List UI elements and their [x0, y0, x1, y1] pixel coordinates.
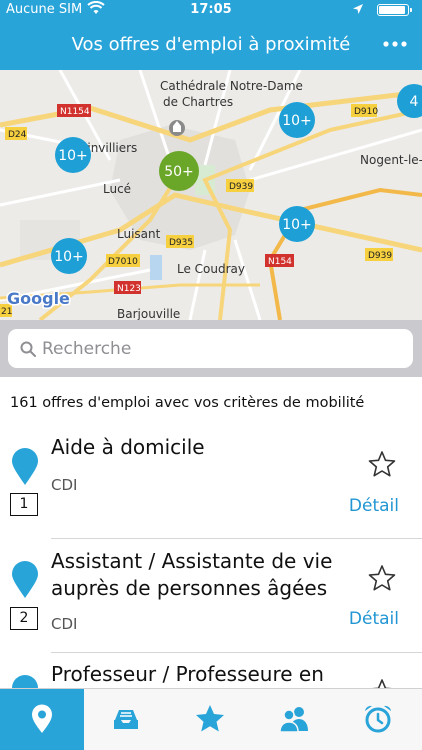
road-label: N1154	[60, 107, 90, 117]
place-label: de Chartres	[163, 95, 233, 109]
place-label: Barjouville	[117, 307, 180, 320]
search-input[interactable]	[42, 334, 402, 363]
map-cluster[interactable]: 10+	[279, 102, 315, 138]
map-canvas: N1154 D24 D910 D939 D935 D939 N154 D7010…	[0, 70, 422, 320]
map-pin-icon	[12, 448, 38, 485]
google-logo: Google	[6, 288, 72, 310]
inbox-icon	[114, 710, 138, 729]
svg-text:Google: Google	[7, 289, 70, 308]
star-icon[interactable]	[368, 564, 396, 592]
tab-inbox[interactable]	[84, 689, 168, 750]
star-icon[interactable]	[368, 678, 396, 688]
place-label: Nogent-le-	[360, 153, 422, 167]
map-pin-icon	[12, 675, 38, 688]
star-icon[interactable]	[368, 450, 396, 478]
job-number: 1	[10, 493, 38, 516]
road-label: 21	[1, 307, 12, 317]
battery-icon	[377, 4, 412, 16]
nav-bar: Vos offres d'emploi à proximité	[0, 20, 422, 70]
road-label: D24	[8, 130, 27, 140]
cluster-count: 4	[410, 94, 419, 110]
results-count: 161 offres d'emploi avec vos critères de…	[10, 395, 365, 411]
place-label: Lucé	[103, 182, 131, 196]
ellipsis-icon[interactable]	[382, 32, 408, 56]
road-label: D910	[354, 107, 378, 117]
map-pin-icon	[12, 561, 38, 598]
cluster-count: 10+	[54, 249, 84, 265]
job-contract: CDI	[51, 615, 78, 633]
cluster-count: 10+	[282, 217, 312, 233]
place-label: Cathédrale Notre-Dame	[160, 79, 303, 93]
search-bar-container	[0, 320, 422, 377]
job-title: Aide à domicile	[51, 435, 205, 459]
map-cluster[interactable]: 10+	[51, 238, 87, 274]
road-label: D939	[229, 182, 253, 192]
job-title: Assistant / Assistante de vie auprès de …	[51, 549, 333, 600]
detail-link[interactable]: Détail	[349, 496, 399, 516]
road-label: D7010	[108, 257, 138, 267]
search-icon	[20, 341, 36, 357]
tab-alerts[interactable]	[336, 689, 420, 750]
page-title: Vos offres d'emploi à proximité	[71, 34, 351, 55]
map-cluster[interactable]: 10+	[279, 206, 315, 242]
road-label: N123	[117, 284, 141, 294]
tab-map[interactable]	[0, 689, 84, 750]
list-item[interactable]: Professeur / Professeure en	[0, 659, 422, 688]
road-label: N154	[268, 257, 292, 267]
map-pin-icon	[32, 704, 52, 733]
detail-link[interactable]: Détail	[349, 609, 399, 629]
location-arrow-icon	[353, 4, 363, 14]
cluster-count: 10+	[282, 113, 312, 129]
job-number: 2	[10, 607, 38, 630]
place-label: Luisant	[117, 227, 161, 241]
cluster-count: 50+	[164, 164, 194, 180]
cluster-count: 10+	[58, 148, 88, 164]
road-label: D935	[169, 238, 193, 248]
map-cluster[interactable]: 10+	[55, 137, 91, 173]
alarm-clock-icon	[365, 705, 391, 733]
tab-favorites[interactable]	[168, 689, 252, 750]
tab-profile[interactable]	[252, 689, 336, 750]
status-bar: Aucune SIM 17:05	[0, 0, 422, 20]
map-cluster[interactable]: 50+	[159, 151, 199, 191]
people-icon	[279, 707, 308, 733]
tab-bar	[0, 688, 422, 750]
road-label: D939	[368, 251, 392, 261]
place-label: Le Coudray	[177, 262, 245, 276]
map-view[interactable]: N1154 D24 D910 D939 D935 D939 N154 D7010…	[0, 70, 422, 320]
job-title: Professeur / Professeure en	[51, 662, 324, 686]
search-field[interactable]	[8, 329, 413, 368]
divider	[51, 652, 422, 653]
job-contract: CDI	[51, 476, 78, 494]
cathedral-marker-icon	[169, 120, 185, 136]
divider	[51, 538, 422, 539]
star-icon	[196, 705, 224, 732]
